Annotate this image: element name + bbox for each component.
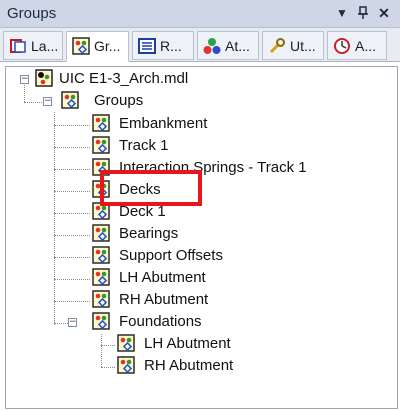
group-icon	[117, 334, 135, 352]
group-icon	[92, 312, 110, 330]
analysis-icon	[334, 38, 350, 54]
tab-label: Ut...	[290, 38, 316, 54]
tree-connector	[54, 301, 90, 302]
tree-item-bearings[interactable]: Bearings	[92, 224, 292, 244]
tree-root[interactable]: − UIC E1-3_Arch.mdl	[15, 69, 315, 89]
tab-groups[interactable]: Gr...	[66, 31, 129, 62]
group-icon	[92, 136, 110, 154]
tab-attributes[interactable]: At...	[197, 31, 259, 60]
tab-layers[interactable]: La...	[3, 31, 63, 60]
highlight-box	[100, 170, 202, 206]
panel-title: Groups	[7, 5, 57, 22]
tree-label: Support Offsets	[119, 247, 223, 264]
tree-connector	[54, 125, 90, 126]
tree-connector	[54, 112, 55, 325]
tree-label: UIC E1-3_Arch.mdl	[59, 70, 189, 87]
groups-icon	[72, 37, 90, 55]
collapse-icon[interactable]: −	[68, 318, 77, 327]
tree-connector	[54, 257, 90, 258]
tree-connector	[54, 213, 90, 214]
group-icon	[92, 224, 110, 242]
tree-label: Embankment	[119, 115, 208, 132]
tree-connector	[54, 147, 90, 148]
tab-utilities[interactable]: Ut...	[262, 31, 324, 60]
model-file-icon	[35, 69, 53, 87]
tree-connector	[54, 169, 90, 170]
tree-item-track1[interactable]: Track 1	[92, 136, 292, 156]
tree-item-foundation-rh-abutment[interactable]: RH Abutment	[117, 356, 317, 376]
tree-item-foundation-lh-abutment[interactable]: LH Abutment	[117, 334, 317, 354]
group-icon	[61, 91, 79, 109]
tab-label: R...	[160, 38, 182, 54]
tree-connector	[54, 191, 90, 192]
tab-bar: La... Gr... R... At... Ut... A...	[0, 28, 400, 62]
tree-item-rh-abutment[interactable]: RH Abutment	[92, 290, 292, 310]
tree-connector	[54, 323, 68, 324]
tab-results[interactable]: R...	[132, 31, 194, 60]
tree-label: Foundations	[119, 313, 202, 330]
attributes-icon	[203, 38, 221, 54]
tree-item-lh-abutment[interactable]: LH Abutment	[92, 268, 292, 288]
tree-connector	[54, 235, 90, 236]
tree-connector	[54, 279, 90, 280]
tree-connector	[101, 345, 115, 346]
collapse-icon[interactable]: −	[43, 97, 52, 106]
tree-item-embankment[interactable]: Embankment	[92, 114, 292, 134]
collapse-icon[interactable]: −	[20, 75, 29, 84]
tree-item-support-offsets[interactable]: Support Offsets	[92, 246, 292, 266]
tab-label: Gr...	[94, 38, 121, 54]
tree-label: Groups	[94, 92, 144, 109]
group-icon	[92, 290, 110, 308]
tab-label: At...	[225, 38, 250, 54]
tree-label: LH Abutment	[119, 269, 206, 286]
close-icon[interactable]: ✕	[375, 4, 393, 22]
layers-icon	[10, 39, 26, 53]
group-icon	[92, 268, 110, 286]
utilities-icon	[269, 38, 285, 54]
tree-item-foundations[interactable]: − Foundations	[68, 312, 308, 332]
tab-label: A...	[355, 38, 377, 54]
group-icon	[92, 114, 110, 132]
tree-item-groups[interactable]: − Groups	[42, 91, 242, 111]
tree-label: RH Abutment	[144, 357, 234, 374]
results-icon	[138, 38, 156, 54]
tree-label: Track 1	[119, 137, 169, 154]
pin-icon[interactable]	[354, 4, 372, 22]
tree-label: RH Abutment	[119, 291, 209, 308]
dropdown-icon[interactable]: ▼	[333, 4, 351, 22]
tree-connector	[101, 367, 115, 368]
group-icon	[117, 356, 135, 374]
tree-label: LH Abutment	[144, 335, 231, 352]
tree-connector	[101, 334, 102, 367]
tree-label: Bearings	[119, 225, 179, 242]
tab-analysis[interactable]: A...	[327, 31, 387, 60]
panel-header: Groups ▼ ✕	[0, 0, 400, 28]
tab-label: La...	[31, 38, 59, 54]
group-icon	[92, 246, 110, 264]
tree-connector	[24, 102, 42, 103]
